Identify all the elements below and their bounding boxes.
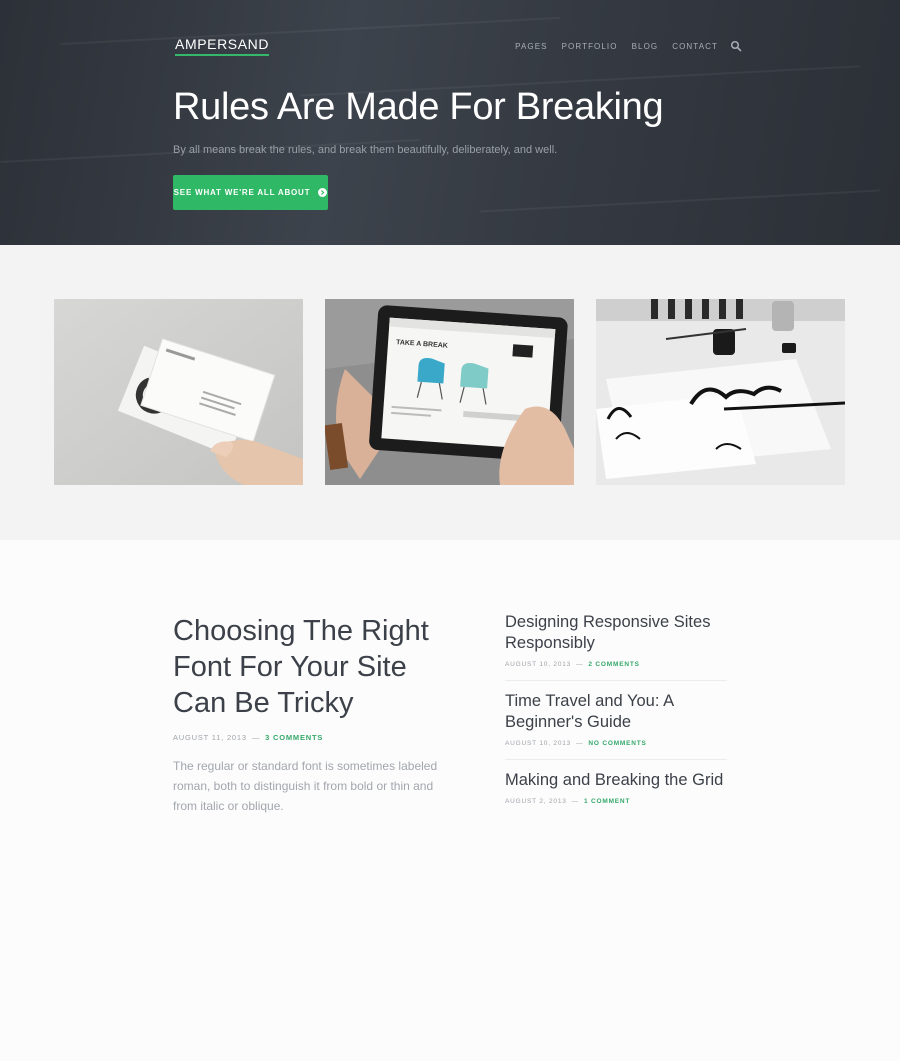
main-nav: PAGES PORTFOLIO BLOG CONTACT (501, 40, 742, 52)
post-excerpt: The regular or standard font is sometime… (173, 759, 438, 813)
business-cards-photo[interactable] (54, 299, 303, 485)
post-comments-link[interactable]: 1 COMMENT (584, 798, 630, 805)
hero-section: AMPERSAND PAGES PORTFOLIO BLOG CONTACT R… (0, 0, 900, 245)
hero-subtitle: By all means break the rules, and break … (173, 144, 558, 156)
nav-contact[interactable]: CONTACT (672, 42, 718, 51)
see-what-button-label: SEE WHAT WE'RE ALL ABOUT (173, 188, 311, 197)
meta-separator: — (251, 733, 261, 742)
hero-texture (60, 16, 560, 46)
featured-post-title[interactable]: Choosing The Right Font For Your Site Ca… (173, 613, 453, 721)
meta-separator: — (571, 798, 579, 805)
nav-portfolio[interactable]: PORTFOLIO (562, 42, 618, 51)
list-item: Making and Breaking the Grid AUGUST 2, 2… (505, 770, 727, 817)
see-what-button[interactable]: SEE WHAT WE'RE ALL ABOUT (173, 175, 328, 210)
post-comments-link[interactable]: 3 COMMENTS (265, 733, 323, 742)
portfolio-gallery: TAKE A BREAK (0, 245, 900, 540)
post-meta: AUGUST 10, 2013 — NO COMMENTS (505, 740, 727, 747)
post-comments-link[interactable]: 2 COMMENTS (588, 661, 639, 668)
meta-separator: — (576, 661, 584, 668)
post-date: AUGUST 11, 2013 (173, 733, 247, 742)
post-date: AUGUST 10, 2013 (505, 661, 572, 668)
calligraphy-photo[interactable] (596, 299, 845, 485)
recent-posts-list: Designing Responsive Sites Responsibly A… (505, 612, 727, 827)
tablet-photo[interactable]: TAKE A BREAK (325, 299, 574, 485)
post-comments-link[interactable]: NO COMMENTS (588, 740, 646, 747)
search-icon[interactable] (730, 40, 742, 52)
site-logo[interactable]: AMPERSAND (175, 36, 270, 56)
featured-post: Choosing The Right Font For Your Site Ca… (173, 613, 453, 816)
post-meta: AUGUST 10, 2013 — 2 COMMENTS (505, 661, 727, 668)
recent-post-title[interactable]: Designing Responsive Sites Responsibly (505, 612, 727, 654)
nav-blog[interactable]: BLOG (632, 42, 659, 51)
post-date: AUGUST 10, 2013 (505, 740, 572, 747)
arrow-circle-right-icon (318, 188, 328, 197)
list-item: Designing Responsive Sites Responsibly A… (505, 612, 727, 681)
hero-title: Rules Are Made For Breaking (173, 86, 664, 128)
recent-post-title[interactable]: Time Travel and You: A Beginner's Guide (505, 691, 727, 733)
post-meta: AUGUST 2, 2013 — 1 COMMENT (505, 798, 727, 805)
list-item: Time Travel and You: A Beginner's Guide … (505, 691, 727, 760)
recent-post-title[interactable]: Making and Breaking the Grid (505, 770, 727, 791)
post-date: AUGUST 2, 2013 (505, 798, 567, 805)
post-meta: AUGUST 11, 2013 — 3 COMMENTS (173, 733, 453, 742)
nav-pages[interactable]: PAGES (515, 42, 547, 51)
meta-separator: — (576, 740, 584, 747)
hero-texture (480, 189, 880, 213)
